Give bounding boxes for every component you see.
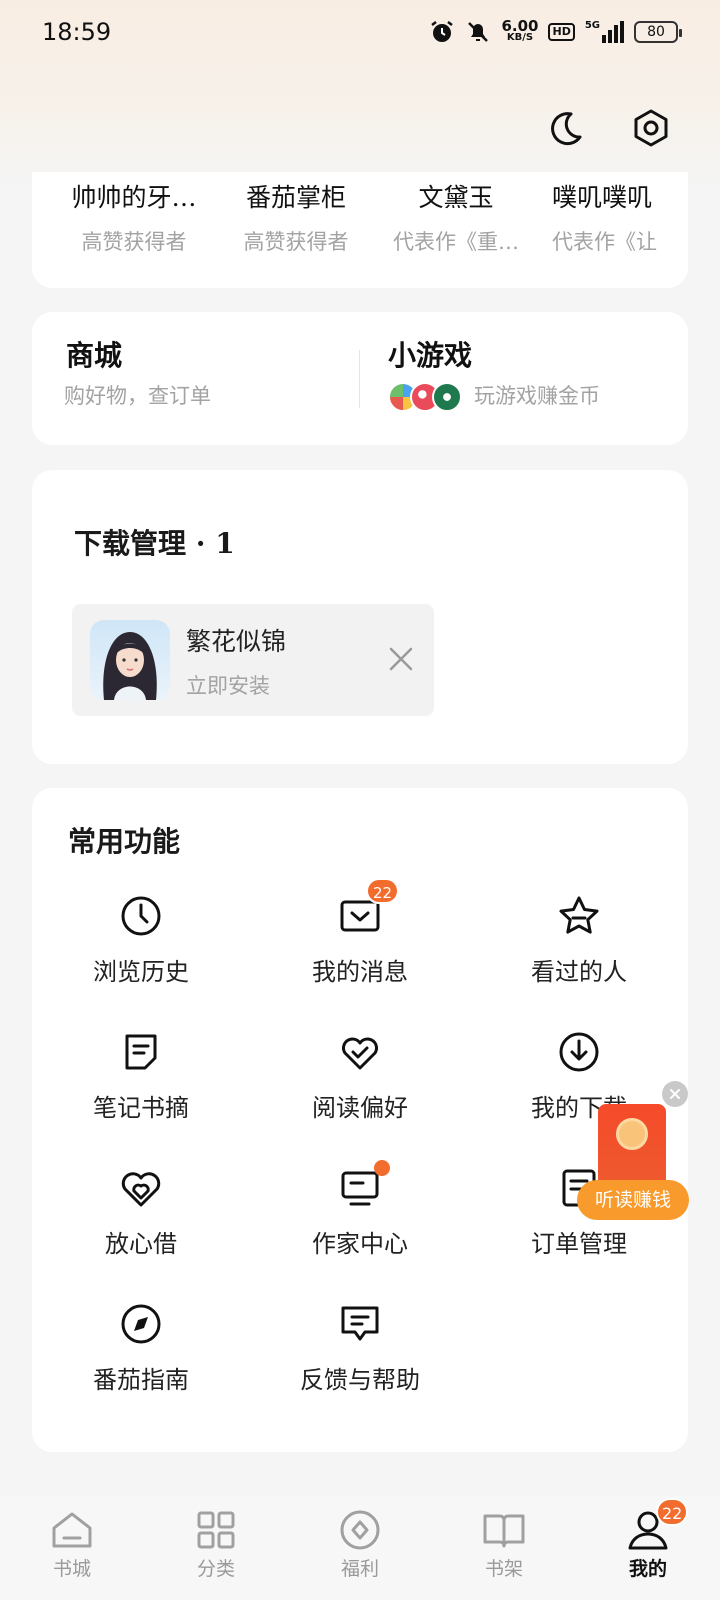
grid-icon [197,1511,235,1549]
status-time: 18:59 [42,18,112,46]
signal-icon: 5G [585,21,624,43]
star-icon [557,894,601,938]
download-card: 下载管理 · 1 繁花似锦 立即安装 [32,470,688,764]
author-item[interactable]: 文黛玉 代表作《重… [376,178,536,256]
games-subtitle: 玩游戏赚金币 [474,384,600,408]
function-safe-loan[interactable]: 放心借 [32,1166,250,1259]
status-icons: 6.00 KB/S HD 5G 80 [429,17,682,45]
download-item[interactable]: 繁花似锦 立即安装 [72,604,434,716]
shop-subtitle: 购好物，查订单 [64,384,211,408]
message-badge: 22 [366,878,400,904]
red-packet-icon[interactable] [598,1104,666,1192]
monitor-icon [338,1160,390,1210]
note-icon [119,1030,163,1074]
shop-games-card: 商城 购好物，查订单 小游戏 玩游戏赚金币 [32,312,688,445]
network-speed: 6.00 KB/S [501,17,539,44]
functions-title: 常用功能 [68,825,181,858]
game-icons [388,382,462,412]
app-name: 繁花似锦 [186,627,287,656]
night-mode-moon-icon[interactable] [545,108,585,148]
clock-icon [119,894,163,938]
app-cover-image [90,620,170,700]
tab-bookshelf[interactable]: 书架 [454,1508,554,1581]
battery-icon: 80 [634,21,682,43]
game-icon [432,382,462,412]
common-functions-card: 常用功能 浏览历史 22 我的消息 看过的人 笔记书摘 阅读偏好 我的下载 放心… [32,788,688,1452]
chat-icon [338,1302,382,1346]
heart-check-icon [338,1030,382,1074]
new-dot-badge [374,1160,390,1176]
hearts-icon [119,1166,163,1210]
author-item[interactable]: 番茄掌柜 高赞获得者 [216,178,376,256]
download-icon [557,1030,601,1074]
message-icon: 22 [338,878,400,938]
function-viewers[interactable]: 看过的人 [470,894,688,987]
status-bar: 18:59 6.00 KB/S HD 5G 80 [0,0,720,64]
alarm-icon [431,21,454,42]
book-icon [483,1514,525,1548]
home-icon [52,1512,92,1548]
compass-icon [119,1302,163,1346]
coin-icon [616,1118,648,1150]
shop-entry[interactable]: 商城 购好物，查订单 [32,312,359,445]
close-icon [670,1089,680,1099]
mute-bell-icon [468,22,489,42]
author-item[interactable]: 帅帅的牙… 高赞获得者 [54,178,214,256]
authors-card: 帅帅的牙… 高赞获得者 番茄掌柜 高赞获得者 文黛玉 代表作《重… 噗叽噗叽 代… [32,172,688,288]
tab-mine[interactable]: 22 我的 [598,1498,698,1581]
mini-games-entry[interactable]: 小游戏 玩游戏赚金币 [360,312,688,445]
function-feedback-help[interactable]: 反馈与帮助 [251,1302,469,1395]
games-title: 小游戏 [388,339,473,372]
install-now-link[interactable]: 立即安装 [186,670,270,700]
close-icon[interactable] [386,644,416,674]
bottom-tab-bar: 书城 分类 福利 书架 22 我的 [0,1496,720,1600]
coin-icon [340,1510,380,1550]
tab-badge: 22 [656,1498,689,1526]
tab-category[interactable]: 分类 [166,1508,266,1581]
battery-level: 80 [647,24,665,40]
tab-bookstore[interactable]: 书城 [22,1508,122,1581]
download-title: 下载管理 · 1 [74,527,235,560]
function-reading-preferences[interactable]: 阅读偏好 [251,1030,469,1123]
function-my-messages[interactable]: 22 我的消息 [251,878,469,987]
floating-close-button[interactable] [662,1081,688,1107]
function-notes[interactable]: 笔记书摘 [32,1030,250,1123]
function-browse-history[interactable]: 浏览历史 [32,894,250,987]
shop-title: 商城 [66,339,123,372]
hd-badge: HD [548,23,575,41]
settings-gear-icon[interactable] [631,108,671,148]
tab-welfare[interactable]: 福利 [310,1508,410,1581]
function-guide[interactable]: 番茄指南 [32,1302,250,1395]
listen-earn-button[interactable]: 听读赚钱 [577,1180,689,1220]
author-item[interactable]: 噗叽噗叽 代表作《让 [552,178,688,256]
function-writer-center[interactable]: 作家中心 [251,1160,469,1259]
